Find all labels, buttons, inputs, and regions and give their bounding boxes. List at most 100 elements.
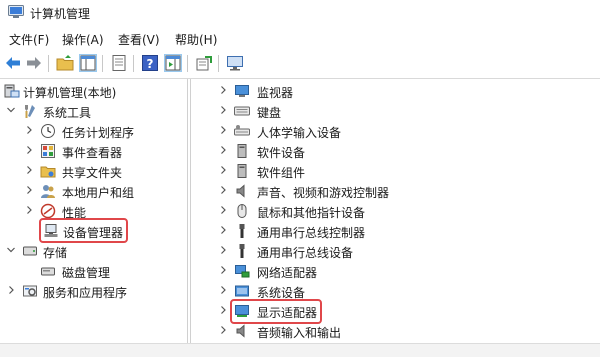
- device-category-network-adapters[interactable]: 网络适配器: [191, 261, 600, 281]
- help-icon[interactable]: ?: [141, 54, 159, 72]
- monitor-icon: [235, 85, 249, 97]
- system-device-icon: [235, 285, 249, 297]
- device-category-usb-controllers[interactable]: 通用串行总线控制器: [191, 221, 600, 241]
- computer-management-icon: [8, 5, 24, 18]
- chevron-right-icon[interactable]: [218, 284, 228, 296]
- menu-bar: 文件(F) 操作(A) 查看(V) 帮助(H): [0, 27, 600, 49]
- chevron-right-icon[interactable]: [24, 184, 34, 196]
- chevron-right-icon[interactable]: [218, 104, 228, 116]
- audio-io-icon: [236, 324, 245, 338]
- device-category-label: 通用串行总线控制器: [257, 226, 366, 240]
- monitor-icon[interactable]: [226, 54, 244, 72]
- tree-label: 事件查看器: [62, 146, 123, 160]
- menu-action[interactable]: 操作(A): [62, 31, 104, 48]
- tree-item-storage[interactable]: 存储: [0, 241, 187, 261]
- toolbar-separator: [218, 55, 219, 72]
- device-category-usb-devices[interactable]: 通用串行总线设备: [191, 241, 600, 261]
- chevron-right-icon[interactable]: [218, 144, 228, 156]
- menu-help[interactable]: 帮助(H): [175, 31, 217, 48]
- chevron-right-icon[interactable]: [24, 204, 34, 216]
- tree-label: 本地用户和组: [62, 186, 135, 200]
- tree-item-root[interactable]: 计算机管理(本地): [0, 81, 187, 101]
- menu-file[interactable]: 文件(F): [9, 31, 49, 48]
- device-category-label: 鼠标和其他指针设备: [257, 206, 366, 220]
- chevron-right-icon[interactable]: [218, 324, 228, 336]
- device-category-sound-video[interactable]: 声音、视频和游戏控制器: [191, 181, 600, 201]
- tree-label: 服务和应用程序: [43, 286, 128, 300]
- chevron-right-icon[interactable]: [218, 84, 228, 96]
- chevron-right-icon[interactable]: [218, 304, 228, 316]
- tree-label: 磁盘管理: [62, 266, 111, 280]
- device-category-monitors[interactable]: 监视器: [191, 81, 600, 101]
- chevron-right-icon[interactable]: [218, 264, 228, 276]
- device-category-keyboards[interactable]: 键盘: [191, 101, 600, 121]
- chevron-right-icon[interactable]: [218, 164, 228, 176]
- toolbar-separator: [102, 55, 103, 72]
- toolbar-separator: [187, 55, 188, 72]
- device-category-mice[interactable]: 鼠标和其他指针设备: [191, 201, 600, 221]
- device-category-audio-io[interactable]: 音频输入和输出: [191, 321, 600, 341]
- event-viewer-icon: [41, 144, 55, 158]
- device-category-software-devices[interactable]: 软件设备: [191, 141, 600, 161]
- device-category-label: 网络适配器: [257, 266, 318, 280]
- chevron-down-icon[interactable]: [6, 244, 16, 256]
- status-strip: [0, 343, 600, 357]
- device-category-hid[interactable]: 人体学输入设备: [191, 121, 600, 141]
- device-category-label: 声音、视频和游戏控制器: [257, 186, 390, 200]
- chevron-right-icon[interactable]: [218, 124, 228, 136]
- device-category-label: 键盘: [257, 106, 282, 120]
- usb-icon: [239, 224, 245, 238]
- storage-icon: [23, 246, 37, 256]
- toolbar-separator: [133, 55, 134, 72]
- show-console-tree-icon[interactable]: [79, 54, 97, 72]
- usb-icon: [239, 244, 245, 258]
- chevron-right-icon[interactable]: [218, 224, 228, 236]
- device-category-label: 监视器: [257, 86, 294, 100]
- chevron-right-icon[interactable]: [218, 184, 228, 196]
- window-title: 计算机管理: [30, 7, 91, 21]
- disk-management-icon: [41, 267, 55, 276]
- back-arrow-icon[interactable]: [4, 54, 22, 72]
- properties-icon[interactable]: [110, 54, 128, 72]
- svg-text:?: ?: [147, 57, 154, 71]
- network-adapter-icon: [235, 265, 250, 278]
- device-list-pane: 监视器 键盘 人体学输入设备 软件设备 软件组件 声音、视频和游戏控制器 鼠标和…: [190, 79, 600, 343]
- mouse-icon: [237, 204, 247, 218]
- device-category-system-devices[interactable]: 系统设备: [191, 281, 600, 301]
- forward-arrow-icon[interactable]: [25, 54, 43, 72]
- export-list-icon[interactable]: [195, 54, 213, 72]
- title-bar: 计算机管理: [0, 0, 600, 26]
- tree-item-system-tools[interactable]: 系统工具: [0, 101, 187, 121]
- performance-icon: [40, 203, 56, 219]
- chevron-right-icon[interactable]: [218, 204, 228, 216]
- chevron-right-icon[interactable]: [218, 244, 228, 256]
- tree-item-event-viewer[interactable]: 事件查看器: [0, 141, 187, 161]
- toolbar: ?: [0, 50, 600, 78]
- tree-item-local-users[interactable]: 本地用户和组: [0, 181, 187, 201]
- tree-label: 系统工具: [43, 106, 92, 120]
- users-icon: [41, 185, 55, 198]
- menu-view[interactable]: 查看(V): [118, 31, 160, 48]
- chevron-right-icon[interactable]: [6, 284, 16, 296]
- chevron-down-icon[interactable]: [6, 104, 16, 116]
- device-category-label: 人体学输入设备: [257, 126, 342, 140]
- device-category-label: 音频输入和输出: [257, 326, 342, 340]
- chevron-right-icon[interactable]: [24, 124, 34, 136]
- device-category-label: 软件组件: [257, 166, 306, 180]
- tree-item-shared-folders[interactable]: 共享文件夹: [0, 161, 187, 181]
- device-category-label: 软件设备: [257, 146, 306, 160]
- highlight-box: [39, 218, 128, 243]
- tree-item-disk-management[interactable]: 磁盘管理: [0, 261, 187, 281]
- device-category-software-components[interactable]: 软件组件: [191, 161, 600, 181]
- chevron-right-icon[interactable]: [24, 164, 34, 176]
- software-component-icon: [237, 164, 247, 178]
- action-pane-icon[interactable]: [164, 54, 182, 72]
- tree-label: 共享文件夹: [62, 166, 123, 180]
- tree-item-services-apps[interactable]: 服务和应用程序: [0, 281, 187, 301]
- console-tree-pane: 计算机管理(本地) 系统工具 任务计划程序 事件查看器 共享文件夹 本地用户和组…: [0, 79, 188, 343]
- speaker-icon: [236, 184, 245, 198]
- tree-label: 计算机管理(本地): [23, 86, 117, 100]
- tree-item-task-scheduler[interactable]: 任务计划程序: [0, 121, 187, 141]
- up-folder-icon[interactable]: [56, 54, 74, 72]
- chevron-right-icon[interactable]: [24, 144, 34, 156]
